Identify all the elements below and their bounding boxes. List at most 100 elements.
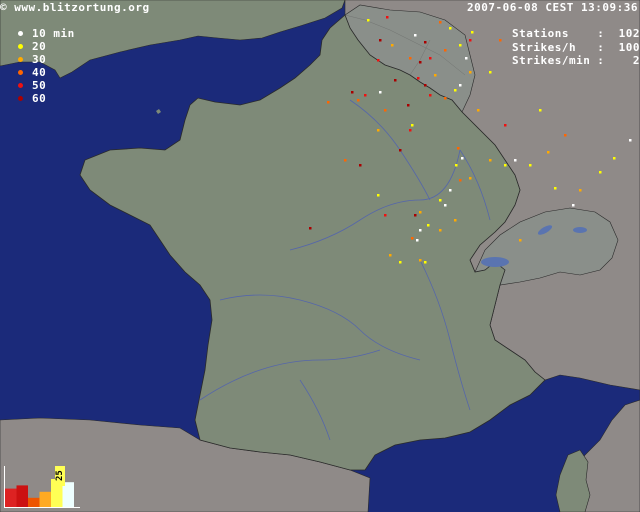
strike-marker <box>391 44 394 47</box>
strike-marker <box>357 99 360 102</box>
strike-marker <box>554 187 557 190</box>
lake-geneva <box>481 257 509 267</box>
strike-marker <box>489 159 492 162</box>
strike-marker <box>379 39 382 42</box>
strike-marker <box>459 44 462 47</box>
legend-dot-icon <box>18 44 23 49</box>
stat-value: : 102 <box>597 27 640 40</box>
strike-marker <box>419 61 422 64</box>
strike-marker <box>547 151 550 154</box>
strike-marker <box>424 41 427 44</box>
strike-marker <box>444 204 447 207</box>
legend-label: 50 <box>32 79 47 92</box>
strike-marker <box>461 157 464 160</box>
strike-marker <box>424 261 427 264</box>
strike-marker <box>564 134 567 137</box>
strike-marker <box>364 94 367 97</box>
strike-marker <box>455 164 458 167</box>
legend-dot-icon <box>18 31 23 36</box>
strike-marker <box>613 157 616 160</box>
strike-marker <box>416 239 419 242</box>
histogram-peak-label: 25 <box>55 466 65 486</box>
strike-marker <box>377 194 380 197</box>
strike-marker <box>539 109 542 112</box>
strike-marker <box>424 84 427 87</box>
legend-dot-icon <box>18 83 23 88</box>
strike-marker <box>384 109 387 112</box>
strike-marker <box>409 57 412 60</box>
strike-marker <box>377 129 380 132</box>
legend-item: 40 <box>17 66 75 79</box>
credit-text: © www.blitzortung.org <box>0 1 150 14</box>
legend-item: 10 min <box>17 27 75 40</box>
strike-marker <box>519 239 522 242</box>
legend-dot-icon <box>18 96 23 101</box>
strike-marker <box>439 199 442 202</box>
strike-marker <box>599 171 602 174</box>
strike-marker <box>499 39 502 42</box>
legend-label: 30 <box>32 53 47 66</box>
strike-marker <box>529 164 532 167</box>
strike-marker <box>465 57 468 60</box>
lightning-map <box>0 0 640 512</box>
strike-marker <box>449 27 452 30</box>
legend-dot-icon <box>18 70 23 75</box>
legend-label: 10 min <box>32 27 75 40</box>
strike-marker <box>579 189 582 192</box>
timestamp: 2007-06-08 CEST 13:09:36 <box>467 1 638 14</box>
strike-marker <box>454 219 457 222</box>
strike-marker <box>457 147 460 150</box>
legend-label: 60 <box>32 92 47 105</box>
strike-marker <box>469 177 472 180</box>
strike-marker <box>429 94 432 97</box>
strike-marker <box>419 259 422 262</box>
legend-item: 30 <box>17 53 75 66</box>
station-stats: Stations : 102 Strikes/h : 100 Strikes/m… <box>512 27 640 68</box>
legend-dot-icon <box>18 57 23 62</box>
strike-marker <box>386 16 389 19</box>
strike-marker <box>469 71 472 74</box>
strike-marker <box>444 49 447 52</box>
strike-marker <box>327 101 330 104</box>
histogram-bar <box>28 497 40 507</box>
stat-label: Stations <box>512 27 569 40</box>
strike-marker <box>439 229 442 232</box>
strike-marker <box>417 77 420 80</box>
strike-marker <box>367 19 370 22</box>
strike-marker <box>344 159 347 162</box>
strike-marker <box>439 21 442 24</box>
stat-row-strikes-per-hour: Strikes/h : 100 <box>512 41 640 55</box>
strike-marker <box>629 139 632 142</box>
strike-marker <box>394 79 397 82</box>
strike-marker <box>489 71 492 74</box>
legend-item: 60 <box>17 92 75 105</box>
strike-marker <box>419 229 422 232</box>
strike-marker <box>409 129 412 132</box>
strike-marker <box>351 91 354 94</box>
strike-marker <box>414 34 417 37</box>
histogram-bar <box>5 488 17 507</box>
strike-marker <box>454 89 457 92</box>
strike-histogram <box>4 466 80 508</box>
strike-marker <box>389 254 392 257</box>
stat-value: : 2 <box>597 54 640 67</box>
histogram-bar <box>16 485 28 507</box>
strike-marker <box>379 91 382 94</box>
strike-marker <box>399 261 402 264</box>
strike-marker <box>469 39 472 42</box>
legend-label: 20 <box>32 40 47 53</box>
legend-label: 40 <box>32 66 47 79</box>
strike-marker <box>444 97 447 100</box>
legend-item: 20 <box>17 40 75 53</box>
strike-marker <box>309 227 312 230</box>
strike-marker <box>477 109 480 112</box>
strike-marker <box>449 189 452 192</box>
strike-marker <box>377 59 380 62</box>
stat-row-strikes-per-minute: Strikes/min : 2 <box>512 54 640 68</box>
strike-marker <box>429 57 432 60</box>
strike-marker <box>419 211 422 214</box>
strike-marker <box>434 74 437 77</box>
strike-marker <box>399 149 402 152</box>
legend-item: 50 <box>17 79 75 92</box>
stat-label: Strikes/min <box>512 54 591 67</box>
